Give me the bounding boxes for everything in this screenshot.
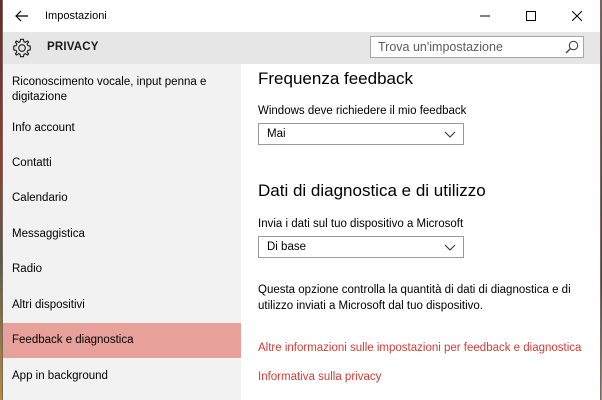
search-input[interactable]: [371, 37, 568, 57]
minimize-button[interactable]: [462, 0, 508, 32]
sidebar: Riconoscimento vocale, input penna e dig…: [3, 64, 241, 400]
window-title: Impostazioni: [45, 10, 107, 22]
diagnostics-description: Questa opzione controlla la quantità di …: [258, 284, 571, 312]
sidebar-item-account-info[interactable]: Info account: [3, 110, 241, 146]
sidebar-item-label: Calendario: [12, 192, 68, 204]
minimize-icon: [480, 15, 490, 17]
sidebar-item-calendar[interactable]: Calendario: [3, 181, 241, 216]
diagnostics-dropdown[interactable]: Di base: [258, 236, 464, 258]
maximize-button[interactable]: [508, 0, 554, 32]
feedback-frequency-value: Mai: [267, 128, 286, 140]
sidebar-item-label: Radio: [12, 263, 43, 275]
more-info-link[interactable]: Altre informazioni sulle impostazioni pe…: [258, 342, 581, 354]
diagnostics-label: Invia i dati sul tuo dispositivo a Micro…: [258, 218, 464, 230]
maximize-icon: [526, 11, 536, 21]
sidebar-item-contacts[interactable]: Contatti: [3, 146, 241, 181]
sidebar-item-label: Riconoscimento vocale, input penna e dig…: [12, 76, 207, 103]
search-box[interactable]: [370, 36, 584, 58]
sidebar-item-label: App in background: [12, 369, 108, 382]
close-button[interactable]: [554, 0, 600, 32]
feedback-frequency-heading: Frequenza feedback: [258, 69, 413, 88]
sidebar-item-messaging[interactable]: Messaggistica: [3, 216, 241, 252]
sidebar-item-label: Contatti: [12, 157, 52, 169]
settings-window: Impostazioni PRIVACY Trova un'impostazio…: [3, 0, 600, 400]
privacy-statement-link[interactable]: Informativa sulla privacy: [258, 371, 381, 383]
diagnostics-heading: Dati di diagnostica e di utilizzo: [258, 181, 486, 200]
sidebar-item-label: Messaggistica: [12, 227, 85, 240]
title-bar: Impostazioni: [3, 0, 600, 32]
main-content: Frequenza feedback Windows deve richiede…: [241, 64, 600, 400]
back-button[interactable]: [3, 0, 41, 32]
chevron-down-icon: [444, 131, 456, 138]
chevron-down-icon: [444, 244, 456, 251]
sidebar-item-radio[interactable]: Radio: [3, 252, 241, 287]
sidebar-item-feedback-diagnostics[interactable]: Feedback e diagnostica: [3, 323, 241, 358]
diagnostics-value: Di base: [267, 241, 306, 253]
gear-icon: [13, 38, 31, 58]
feedback-frequency-dropdown[interactable]: Mai: [258, 123, 464, 145]
sidebar-item-label: Info account: [12, 121, 75, 134]
sidebar-item-other-devices[interactable]: Altri dispositivi: [3, 287, 241, 323]
sidebar-item-background-apps[interactable]: App in background: [3, 358, 241, 394]
sidebar-item-label: Feedback e diagnostica: [12, 334, 134, 346]
sidebar-item-speech[interactable]: Riconoscimento vocale, input penna e dig…: [3, 70, 241, 110]
feedback-frequency-label: Windows deve richiedere il mio feedback: [258, 105, 467, 117]
close-icon: [572, 11, 582, 21]
back-arrow-icon: [15, 10, 28, 22]
page-title: PRIVACY: [47, 41, 99, 53]
sidebar-item-label: Altri dispositivi: [12, 298, 85, 311]
search-icon[interactable]: [565, 40, 579, 54]
